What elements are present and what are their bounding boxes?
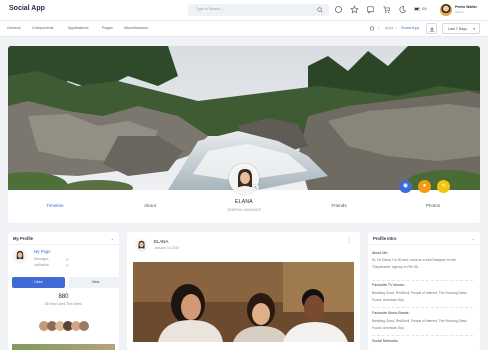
- language-selector[interactable]: EN: [422, 7, 427, 11]
- social-button-2[interactable]: ●: [418, 180, 431, 193]
- social-button-3[interactable]: ⋖: [437, 180, 450, 193]
- search-icon[interactable]: [317, 7, 323, 13]
- nav-applications[interactable]: Applications: [68, 26, 88, 30]
- music-bands-text: Breaking Good, RedDevil, People of Inter…: [372, 319, 468, 330]
- star-icon[interactable]: [350, 5, 359, 14]
- download-button[interactable]: [426, 23, 437, 34]
- nav-pages[interactable]: Pages: [102, 26, 113, 30]
- post-author-name[interactable]: ELANA: [154, 239, 168, 244]
- music-bands-label: Favourite Music Bands :: [372, 311, 411, 315]
- post-card: ELANA January 14,2019 ⋮: [127, 232, 360, 350]
- tab-timeline[interactable]: Timeline: [46, 203, 63, 208]
- likes-count: 880: [58, 294, 69, 300]
- divider: [372, 307, 473, 308]
- card-title: My Profile: [13, 236, 34, 241]
- download-icon: [429, 26, 435, 32]
- about-text: Hi, I'm Elana, I'm 30 and I work as a we…: [372, 258, 456, 269]
- tab-friends[interactable]: Friends: [331, 203, 346, 208]
- notifications-label[interactable]: notification: [34, 263, 49, 267]
- notifications-count-badge: [66, 263, 69, 267]
- messages-count-badge: [66, 257, 69, 261]
- post-author-avatar[interactable]: [135, 239, 148, 252]
- view-button[interactable]: View: [69, 277, 119, 288]
- user-name[interactable]: Pedro Walter: [455, 5, 477, 9]
- breadcrumb-separator-1: /: [378, 26, 380, 30]
- edit-avatar-icon[interactable]: ✎: [252, 184, 259, 191]
- card-header: My Profile ⌄: [8, 232, 119, 245]
- nav-miscellaneous[interactable]: Miscellaneous: [124, 26, 148, 30]
- tab-about[interactable]: About: [144, 203, 156, 208]
- home-icon[interactable]: [369, 25, 375, 31]
- post-date: January 14,2019: [154, 246, 180, 250]
- liker-avatar[interactable]: [79, 321, 89, 331]
- tv-shows-label: Favourite TV shows :: [372, 283, 406, 287]
- moon-icon[interactable]: [398, 5, 407, 14]
- share-icon: ⋖: [440, 183, 447, 189]
- main-nav: General Components Applications Pages Mi…: [0, 21, 488, 37]
- card-title: Profile Intro: [373, 236, 397, 241]
- page-name-link[interactable]: My Page: [34, 249, 51, 254]
- messages-label[interactable]: Messages: [34, 257, 49, 261]
- app-title: Social App: [9, 5, 45, 12]
- profile-name: ELANA: [235, 199, 253, 205]
- more-options-icon[interactable]: ⋮: [346, 237, 352, 244]
- about-label: About Me :: [372, 251, 390, 255]
- chevron-down-icon[interactable]: ⌄: [472, 236, 475, 241]
- top-bar: Social App Type to Search... EN Pedro Wa…: [0, 0, 488, 21]
- breadcrumb-separator-2: /: [396, 26, 398, 30]
- card-header: Profile Intro ⌄: [368, 232, 480, 245]
- divider: [372, 335, 473, 336]
- flag-icon[interactable]: [414, 7, 420, 11]
- breadcrumb-current: Social App: [401, 26, 419, 30]
- search-input[interactable]: Type to Search...: [196, 7, 223, 11]
- likes-caption: 88 New Likes This Week: [44, 302, 83, 306]
- tab-photos[interactable]: Photos: [426, 203, 440, 208]
- chevron-down-icon: ▾: [473, 27, 475, 31]
- social-networks-label: Social Networks: [372, 339, 398, 343]
- tv-shows-text: Breaking Good, RedDevil, People of Inter…: [372, 291, 468, 302]
- globe-icon: ◉: [402, 183, 409, 189]
- user-role: Admin: [455, 10, 464, 14]
- nav-components[interactable]: Components: [32, 26, 54, 30]
- social-button-1[interactable]: ◉: [399, 180, 412, 193]
- page-avatar[interactable]: [13, 249, 27, 263]
- cart-icon[interactable]: [382, 5, 391, 14]
- nav-general[interactable]: General: [7, 26, 21, 30]
- post-image[interactable]: [133, 262, 354, 342]
- grid-icon[interactable]: [334, 5, 343, 14]
- likes-button[interactable]: Likes: [12, 277, 65, 288]
- divider: [372, 280, 473, 281]
- profile-intro-card: Profile Intro ⌄ About Me : Hi, I'm Elana…: [368, 232, 480, 350]
- breadcrumb-apps[interactable]: Apps: [385, 26, 394, 30]
- my-profile-card: My Profile ⌄ My Page Messages notificati…: [8, 232, 119, 350]
- search-box[interactable]: Type to Search...: [188, 4, 329, 16]
- date-range-dropdown[interactable]: Last 7 Days ▾: [442, 23, 480, 34]
- date-range-label: Last 7 Days: [448, 27, 467, 31]
- profile-role: GENERAL MANAGER: [226, 208, 262, 212]
- user-avatar[interactable]: [440, 4, 452, 16]
- message-icon[interactable]: [366, 5, 375, 14]
- profile-header-card: ✎ ◉ ● ⋖ Timeline About ELANA GENERAL MAN…: [8, 46, 480, 223]
- chevron-down-icon[interactable]: ⌄: [111, 236, 114, 241]
- card-footer-image: [12, 344, 115, 350]
- chat-icon: ●: [422, 183, 427, 189]
